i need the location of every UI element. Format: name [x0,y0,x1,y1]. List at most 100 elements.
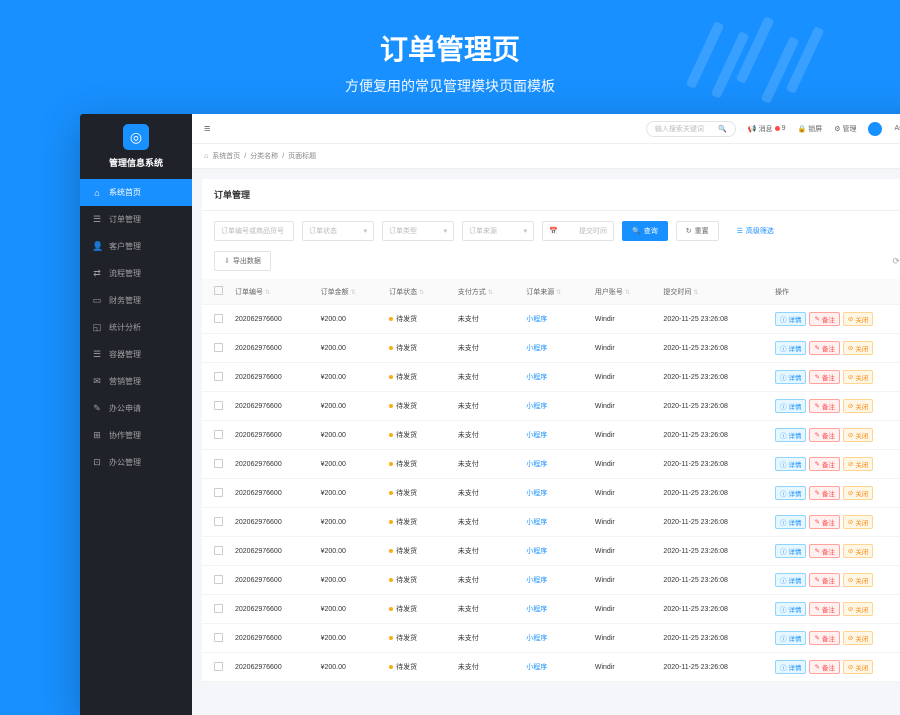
col-user[interactable]: 用户账号⇅ [589,279,658,305]
status-select[interactable]: 订单状态▾ [302,221,374,241]
avatar[interactable] [868,122,882,136]
time-select[interactable]: 📅提交时间 [542,221,614,241]
cell-source[interactable]: 小程序 [520,334,589,363]
detail-button[interactable]: ⓘ详情 [775,515,807,529]
order-no-input[interactable]: 订单编号或商品货号 [214,221,294,241]
close-button[interactable]: ⊘关闭 [843,486,873,500]
note-button[interactable]: ✎备注 [809,341,839,355]
cell-source[interactable]: 小程序 [520,392,589,421]
sidebar-item[interactable]: ☰订单管理 [80,206,192,233]
row-checkbox[interactable] [214,401,223,410]
col-source[interactable]: 订单来源⇅ [520,279,589,305]
search-input[interactable]: 输入搜索关键词 🔍 [646,121,736,137]
col-time[interactable]: 提交时间⇅ [657,279,769,305]
menu-toggle-icon[interactable]: ≡ [204,123,210,135]
row-checkbox[interactable] [214,517,223,526]
row-checkbox[interactable] [214,604,223,613]
messages-link[interactable]: 📢 消息 9 [748,124,786,134]
row-checkbox[interactable] [214,430,223,439]
note-button[interactable]: ✎备注 [809,312,839,326]
sidebar-item[interactable]: ▭财务管理 [80,287,192,314]
close-button[interactable]: ⊘关闭 [843,312,873,326]
col-status[interactable]: 订单状态⇅ [383,279,452,305]
detail-button[interactable]: ⓘ详情 [775,544,807,558]
row-checkbox[interactable] [214,343,223,352]
source-select[interactable]: 订单来源▾ [462,221,534,241]
detail-button[interactable]: ⓘ详情 [775,631,807,645]
note-button[interactable]: ✎备注 [809,370,839,384]
detail-button[interactable]: ⓘ详情 [775,312,807,326]
cell-source[interactable]: 小程序 [520,479,589,508]
col-order-no[interactable]: 订单编号⇅ [229,279,315,305]
note-button[interactable]: ✎备注 [809,631,839,645]
col-amount[interactable]: 订单金额⇅ [315,279,384,305]
cell-source[interactable]: 小程序 [520,450,589,479]
sidebar-item[interactable]: ◱统计分析 [80,314,192,341]
close-button[interactable]: ⊘关闭 [843,370,873,384]
note-button[interactable]: ✎备注 [809,457,839,471]
close-button[interactable]: ⊘关闭 [843,341,873,355]
close-button[interactable]: ⊘关闭 [843,428,873,442]
detail-button[interactable]: ⓘ详情 [775,399,807,413]
close-button[interactable]: ⊘关闭 [843,573,873,587]
detail-button[interactable]: ⓘ详情 [775,660,807,674]
export-button[interactable]: ⇩导出数据 [214,251,271,271]
note-button[interactable]: ✎备注 [809,602,839,616]
crumb-home[interactable]: 系统首页 [212,151,240,161]
cell-source[interactable]: 小程序 [520,595,589,624]
user-menu[interactable]: AsureUX ▾ [894,125,900,133]
detail-button[interactable]: ⓘ详情 [775,486,807,500]
row-checkbox[interactable] [214,633,223,642]
sidebar-item[interactable]: ⊡办公管理 [80,449,192,476]
note-button[interactable]: ✎备注 [809,515,839,529]
cell-source[interactable]: 小程序 [520,566,589,595]
cell-source[interactable]: 小程序 [520,537,589,566]
detail-button[interactable]: ⓘ详情 [775,457,807,471]
search-button[interactable]: 🔍查询 [622,221,668,241]
row-checkbox[interactable] [214,314,223,323]
row-checkbox[interactable] [214,662,223,671]
cell-source[interactable]: 小程序 [520,508,589,537]
cell-source[interactable]: 小程序 [520,363,589,392]
close-button[interactable]: ⊘关闭 [843,544,873,558]
col-pay[interactable]: 支付方式⇅ [452,279,521,305]
select-all-checkbox[interactable] [214,286,223,295]
reset-button[interactable]: ↻重置 [676,221,719,241]
detail-button[interactable]: ⓘ详情 [775,602,807,616]
row-checkbox[interactable] [214,546,223,555]
sidebar-item[interactable]: ⇄流程管理 [80,260,192,287]
sidebar-item[interactable]: ✎办公申请 [80,395,192,422]
note-button[interactable]: ✎备注 [809,660,839,674]
sidebar-item[interactable]: ✉营销管理 [80,368,192,395]
row-checkbox[interactable] [214,372,223,381]
close-button[interactable]: ⊘关闭 [843,602,873,616]
cell-source[interactable]: 小程序 [520,624,589,653]
row-checkbox[interactable] [214,488,223,497]
note-button[interactable]: ✎备注 [809,544,839,558]
detail-button[interactable]: ⓘ详情 [775,428,807,442]
row-checkbox[interactable] [214,459,223,468]
note-button[interactable]: ✎备注 [809,399,839,413]
note-button[interactable]: ✎备注 [809,573,839,587]
cell-source[interactable]: 小程序 [520,653,589,682]
advanced-filter-button[interactable]: ☰高级筛选 [727,221,784,241]
refresh-icon[interactable]: ⟳ [892,256,900,267]
close-button[interactable]: ⊘关闭 [843,660,873,674]
close-button[interactable]: ⊘关闭 [843,515,873,529]
close-button[interactable]: ⊘关闭 [843,457,873,471]
detail-button[interactable]: ⓘ详情 [775,341,807,355]
sidebar-item[interactable]: ⌂系统首页 [80,179,192,206]
sidebar-item[interactable]: 👤客户管理 [80,233,192,260]
admin-link[interactable]: ⚙ 管理 [834,124,856,134]
crumb-category[interactable]: 分类名称 [250,151,278,161]
detail-button[interactable]: ⓘ详情 [775,370,807,384]
note-button[interactable]: ✎备注 [809,486,839,500]
close-button[interactable]: ⊘关闭 [843,399,873,413]
sidebar-item[interactable]: ☰容器管理 [80,341,192,368]
note-button[interactable]: ✎备注 [809,428,839,442]
type-select[interactable]: 订单类型▾ [382,221,454,241]
detail-button[interactable]: ⓘ详情 [775,573,807,587]
close-button[interactable]: ⊘关闭 [843,631,873,645]
cell-source[interactable]: 小程序 [520,305,589,334]
cell-source[interactable]: 小程序 [520,421,589,450]
